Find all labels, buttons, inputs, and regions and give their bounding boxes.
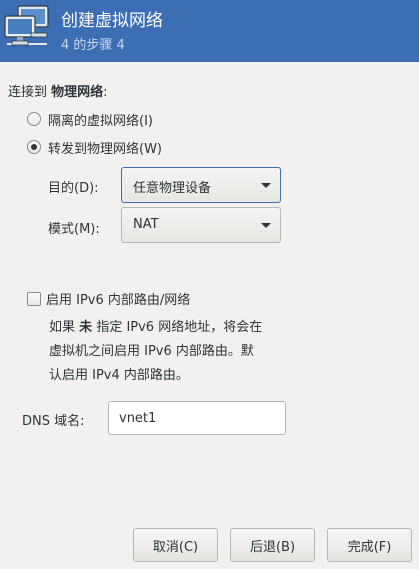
note-text: 认启用 IPv4 内部路由。: [49, 368, 189, 383]
ipv6-checkbox[interactable]: [27, 291, 41, 306]
ipv6-help-text: 如果 未 指定 IPv6 网络地址，将会在 虚拟机之间启用 IPv6 内部路由。…: [49, 316, 299, 388]
dns-domain-input[interactable]: [108, 401, 286, 435]
connect-prefix: 连接到: [8, 85, 48, 100]
network-computers-icon: [4, 5, 49, 46]
radio-button-selected[interactable]: [27, 140, 41, 154]
radio-label: 转发到物理网络(W): [48, 141, 162, 157]
connect-emphasis: 物理网络: [51, 85, 104, 100]
radio-label: 隔离的虚拟网络(I): [48, 113, 153, 129]
back-button[interactable]: 后退(B): [230, 528, 315, 562]
radio-button[interactable]: [27, 112, 41, 126]
mode-value: NAT: [133, 217, 159, 232]
mode-label: 模式(M):: [48, 222, 100, 237]
note-text: 虚拟机之间启用 IPv6 内部路由。默: [49, 344, 254, 359]
wizard-title: 创建虚拟网络: [61, 11, 163, 31]
note-emphasis: 未: [79, 320, 93, 335]
ipv6-checkbox-label: 启用 IPv6 内部路由/网络: [46, 293, 191, 308]
connect-suffix: :: [103, 85, 108, 100]
dropdown-arrow-icon: [261, 183, 271, 188]
note-text: 指定 IPv6 网络地址，将会在: [96, 320, 263, 335]
cancel-button[interactable]: 取消(C): [133, 528, 218, 562]
destination-combobox[interactable]: 任意物理设备: [121, 167, 281, 203]
finish-button[interactable]: 完成(F): [327, 528, 412, 562]
radio-forward-physical[interactable]: 转发到物理网络(W): [27, 138, 162, 157]
dropdown-arrow-icon: [261, 223, 271, 228]
radio-isolated-network[interactable]: 隔离的虚拟网络(I): [27, 110, 153, 129]
dns-domain-label: DNS 域名:: [22, 414, 85, 429]
note-text: 如果: [49, 320, 76, 335]
enable-ipv6-routing[interactable]: 启用 IPv6 内部路由/网络: [27, 289, 190, 308]
destination-label: 目的(D):: [48, 181, 99, 196]
connect-to-label: 连接到 物理网络:: [8, 81, 108, 100]
mode-combobox[interactable]: NAT: [121, 207, 281, 243]
wizard-header: 创建虚拟网络 4 的步骤 4: [0, 0, 419, 62]
wizard-step-indicator: 4 的步骤 4: [61, 38, 125, 53]
destination-value: 任意物理设备: [133, 181, 212, 196]
